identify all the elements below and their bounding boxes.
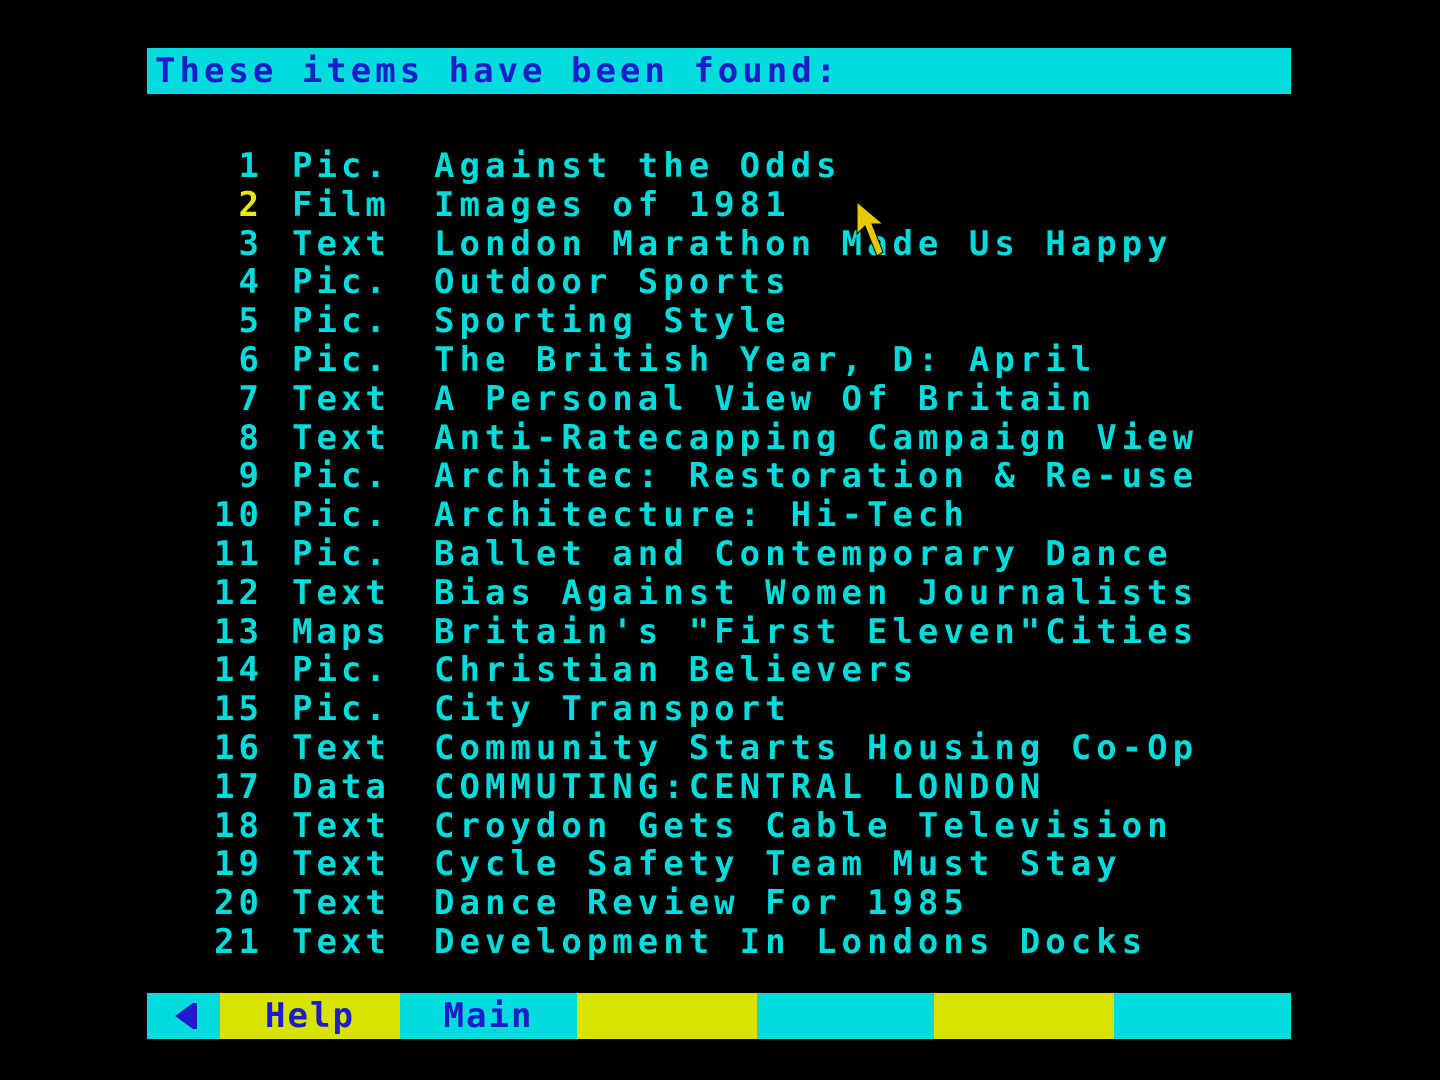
result-title: Britain's "First Eleven"Cities <box>434 611 1199 652</box>
result-type: Text <box>292 883 390 924</box>
result-number: 13 <box>214 611 263 652</box>
function-key-4[interactable] <box>577 993 757 1039</box>
result-title: Anti-Ratecapping Campaign View <box>434 417 1199 458</box>
result-item[interactable]: 16 Text Community Starts Housing Co-Op <box>0 729 1440 768</box>
result-title: Development In Londons Docks <box>434 921 1148 962</box>
result-type: Pic. <box>292 301 390 342</box>
result-type: Pic. <box>292 456 390 497</box>
result-number: 19 <box>214 844 263 885</box>
result-type: Text <box>292 844 390 885</box>
result-type: Text <box>292 805 390 846</box>
result-type: Data <box>292 766 390 807</box>
result-title: London Marathon Made Us Happy <box>434 223 1173 264</box>
result-item[interactable]: 18 Text Croydon Gets Cable Television <box>0 805 1440 846</box>
result-title: Croydon Gets Cable Television <box>434 805 1173 846</box>
result-number: 11 <box>214 533 263 574</box>
result-type: Pic. <box>292 495 390 536</box>
result-type: Text <box>292 921 390 962</box>
result-title: Community Starts Housing Co-Op <box>434 727 1199 768</box>
mouse-pointer-icon <box>856 200 885 257</box>
function-key-5[interactable] <box>757 993 934 1039</box>
result-number: 4 <box>238 262 263 303</box>
help-button[interactable]: Help <box>220 993 400 1039</box>
result-item[interactable]: 8 Text Anti-Ratecapping Campaign View <box>0 417 1440 458</box>
result-number: 3 <box>238 223 263 264</box>
result-type: Pic. <box>292 689 390 730</box>
result-item[interactable]: 3 Text London Marathon Made Us Happy <box>0 223 1440 264</box>
result-type: Maps <box>292 611 390 652</box>
result-number: 12 <box>214 572 263 613</box>
result-title: City Transport <box>434 689 791 730</box>
result-type: Pic. <box>292 650 390 691</box>
results-list: 1 Pic. Against the Odds 2 Film Images of 1981… <box>0 147 1440 962</box>
result-title: Ballet and Contemporary Dance <box>434 533 1173 574</box>
result-type: Pic. <box>292 146 390 186</box>
result-number: 2 <box>238 184 263 225</box>
result-item[interactable]: 10 Pic. Architecture: Hi-Tech <box>0 496 1440 535</box>
page-title: These items have been found: <box>155 51 841 91</box>
result-title: The British Year, D: April <box>434 339 1097 380</box>
result-title: Images of 1981 <box>434 184 791 225</box>
result-title: Outdoor Sports <box>434 262 791 303</box>
result-number: 14 <box>214 650 263 691</box>
main-label: Main <box>443 996 534 1036</box>
result-type: Film <box>292 184 390 225</box>
result-title: A Personal View Of Britain <box>434 378 1097 419</box>
result-number: 20 <box>214 883 263 924</box>
result-item[interactable]: 15 Pic. City Transport <box>0 690 1440 729</box>
result-number: 5 <box>238 301 263 342</box>
result-item[interactable]: 13 Maps Britain's "First Eleven"Cities <box>0 611 1440 652</box>
result-item[interactable]: 4 Pic. Outdoor Sports <box>0 263 1440 302</box>
result-type: Text <box>292 417 390 458</box>
result-item[interactable]: 21 Text Development In Londons Docks <box>0 923 1440 962</box>
result-title: Architec: Restoration & Re-use <box>434 456 1199 497</box>
result-item[interactable]: 9 Pic. Architec: Restoration & Re-use <box>0 457 1440 496</box>
result-number: 18 <box>214 805 263 846</box>
result-title: COMMUTING:CENTRAL LONDON <box>434 766 1046 807</box>
result-type: Pic. <box>292 339 390 380</box>
result-item[interactable]: 19 Text Cycle Safety Team Must Stay <box>0 845 1440 884</box>
result-title: Architecture: Hi-Tech <box>434 495 969 536</box>
result-title: Christian Believers <box>434 650 918 691</box>
result-title: Bias Against Women Journalists <box>434 572 1199 613</box>
function-key-6[interactable] <box>934 993 1114 1039</box>
result-item[interactable]: 2 Film Images of 1981 <box>0 184 1440 225</box>
main-button[interactable]: Main <box>400 993 577 1039</box>
result-title: Against the Odds <box>434 146 842 186</box>
result-item[interactable]: 7 Text A Personal View Of Britain <box>0 378 1440 419</box>
result-number: 6 <box>238 339 263 380</box>
function-key-7[interactable] <box>1114 993 1291 1039</box>
result-item[interactable]: 17 Data COMMUTING:CENTRAL LONDON <box>0 766 1440 807</box>
result-item[interactable]: 12 Text Bias Against Women Journalists <box>0 572 1440 613</box>
result-number: 15 <box>214 689 263 730</box>
result-item[interactable]: 6 Pic. The British Year, D: April <box>0 341 1440 380</box>
left-arrow-icon <box>175 1003 197 1029</box>
result-item[interactable]: 20 Text Dance Review For 1985 <box>0 884 1440 923</box>
back-button[interactable] <box>147 993 220 1039</box>
result-item[interactable]: 14 Pic. Christian Believers <box>0 651 1440 690</box>
result-item[interactable]: 5 Pic. Sporting Style <box>0 302 1440 341</box>
result-type: Text <box>292 378 390 419</box>
result-title: Sporting Style <box>434 301 791 342</box>
result-number: 21 <box>214 921 263 962</box>
result-type: Pic. <box>292 533 390 574</box>
help-label: Help <box>265 996 355 1036</box>
result-number: 10 <box>214 495 263 536</box>
result-number: 17 <box>214 766 263 807</box>
result-type: Pic. <box>292 262 390 303</box>
result-number: 16 <box>214 727 263 768</box>
header-bar: These items have been found: <box>147 48 1291 94</box>
result-title: Cycle Safety Team Must Stay <box>434 844 1122 885</box>
result-number: 7 <box>238 378 263 419</box>
function-key-bar: Help Main <box>147 993 1291 1039</box>
result-type: Text <box>292 727 390 768</box>
result-item[interactable]: 11 Pic. Ballet and Contemporary Dance <box>0 535 1440 574</box>
result-number: 9 <box>238 456 263 497</box>
result-type: Text <box>292 572 390 613</box>
result-number: 8 <box>238 417 263 458</box>
result-title: Dance Review For 1985 <box>434 883 969 924</box>
result-type: Text <box>292 223 390 264</box>
result-number: 1 <box>238 146 263 186</box>
result-item[interactable]: 1 Pic. Against the Odds <box>0 147 1440 186</box>
